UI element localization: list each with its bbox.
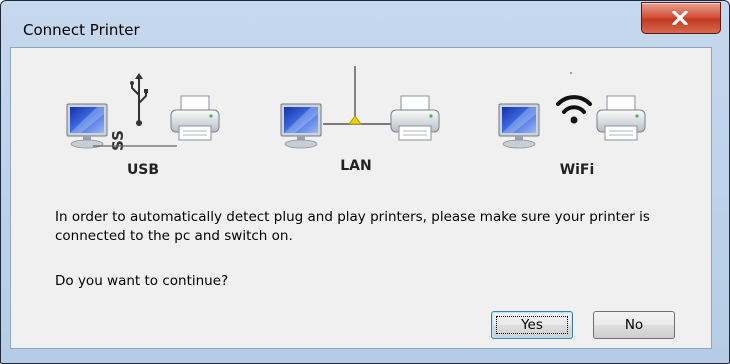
focus-rect	[496, 316, 568, 334]
dialog-window: Connect Printer SS USB LAN WiFi In order…	[0, 0, 730, 364]
wifi-connection: WiFi	[498, 72, 646, 178]
lan-printer-icon	[390, 95, 440, 141]
lan-label: LAN	[340, 158, 371, 174]
wifi-printer-icon	[596, 95, 646, 141]
svg-text:SS: SS	[109, 130, 127, 151]
yes-button[interactable]: Yes	[491, 311, 573, 339]
no-button-label: No	[624, 317, 644, 333]
dialog-body: SS USB LAN WiFi In order to automaticall…	[10, 47, 712, 349]
connection-types-illustration: SS USB LAN WiFi	[66, 66, 646, 178]
wifi-icon	[556, 95, 592, 124]
window-title: Connect Printer	[23, 21, 140, 39]
wifi-label: WiFi	[560, 162, 595, 178]
usb-label: USB	[127, 162, 159, 178]
lan-connection: LAN	[280, 66, 440, 174]
title-bar[interactable]: Connect Printer	[1, 1, 729, 47]
usb-icon: SS	[109, 73, 148, 151]
confirm-question: Do you want to continue?	[55, 273, 229, 289]
close-icon	[672, 11, 688, 25]
no-button[interactable]: No	[593, 311, 675, 339]
lan-cable-icon	[323, 66, 395, 125]
lan-monitor-icon	[280, 103, 322, 149]
usb-printer-icon	[170, 95, 220, 141]
instruction-text: In order to automatically detect plug an…	[55, 209, 650, 244]
usb-connection: SS USB	[66, 73, 220, 178]
wifi-monitor-icon	[498, 103, 540, 149]
close-button[interactable]	[641, 2, 721, 34]
usb-monitor-icon	[66, 103, 108, 149]
